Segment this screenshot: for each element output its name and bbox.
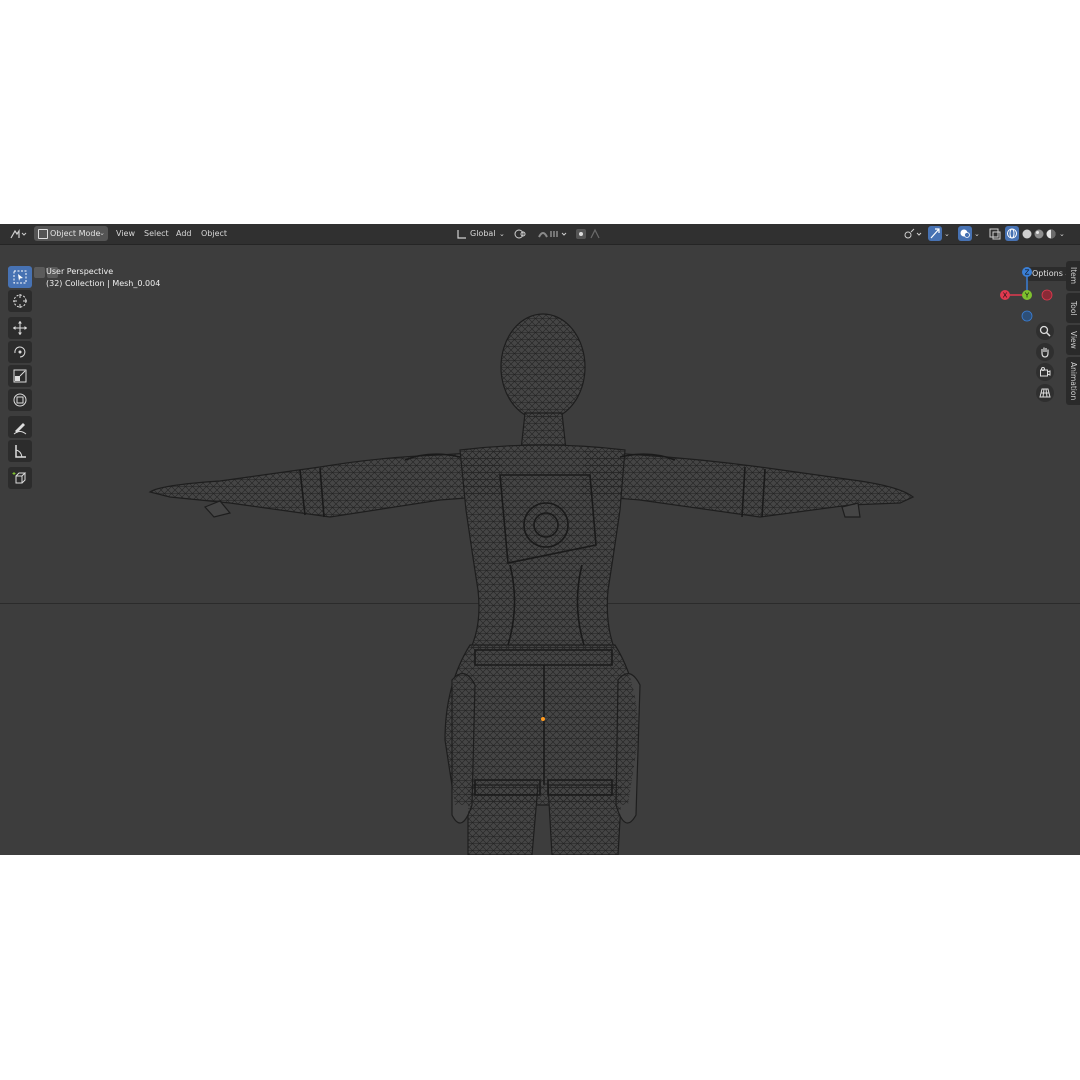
gizmo-icon [930, 228, 940, 239]
tool-transform[interactable] [8, 389, 32, 411]
editor-type-icon [10, 229, 27, 239]
transform-icon [13, 393, 27, 407]
snap-icon [538, 231, 567, 238]
add-cube-icon [12, 472, 27, 484]
visibility-button[interactable] [902, 227, 924, 241]
shading-wireframe-button[interactable] [1005, 226, 1019, 241]
svg-text:Z: Z [1025, 269, 1030, 277]
scale-icon [13, 369, 27, 383]
shading-solid-button[interactable] [1021, 227, 1033, 241]
annotate-icon [13, 423, 27, 435]
zoom-icon [1039, 325, 1051, 337]
tool-scale[interactable] [8, 365, 32, 387]
axis-neg-x-icon [1041, 289, 1053, 301]
tool-add-cube[interactable] [8, 467, 32, 489]
rotate-icon [14, 346, 26, 358]
mesh-left-hand [203, 500, 232, 518]
pivot-point-button[interactable] [512, 227, 534, 241]
tool-move[interactable] [8, 317, 32, 339]
menu-add[interactable]: Add [176, 227, 192, 241]
wireframe-mesh[interactable] [0, 245, 1080, 855]
rendered-sphere-icon [1046, 229, 1056, 239]
menu-object[interactable]: Object [201, 227, 227, 241]
tool-measure[interactable] [8, 440, 32, 462]
tab-animation[interactable]: Animation [1066, 357, 1080, 405]
mode-label: Object Mode [50, 229, 101, 238]
object-mode-icon [38, 229, 48, 239]
visibility-icon [904, 228, 922, 239]
wireframe-sphere-icon [1007, 228, 1017, 239]
tool-rotate[interactable] [8, 341, 32, 363]
measure-icon [15, 445, 26, 458]
orientation-icon [457, 230, 466, 239]
chevron-down-icon[interactable]: ⌄ [974, 227, 980, 241]
viewport-header: Object Mode ⌄ View Select Add Object Glo… [0, 224, 1080, 245]
collection-info: (32) Collection | Mesh_0.004 [46, 279, 161, 288]
xray-toggle[interactable] [988, 227, 1002, 241]
zoom-button[interactable] [1036, 322, 1054, 340]
axis-neg-z-icon [1021, 310, 1033, 322]
blender-window: Object Mode ⌄ View Select Add Object Glo… [0, 224, 1080, 855]
camera-view-button[interactable] [1036, 363, 1054, 381]
svg-text:X: X [1003, 292, 1008, 300]
shading-rendered-button[interactable] [1045, 227, 1057, 241]
snap-button[interactable] [536, 227, 570, 241]
mode-dropdown[interactable]: Object Mode ⌄ [34, 226, 108, 241]
perspective-toggle-button[interactable] [1036, 384, 1054, 402]
move-icon [13, 321, 27, 335]
tool-cursor[interactable] [8, 290, 32, 312]
proportional-edit-icon [576, 228, 600, 239]
svg-text:Y: Y [1024, 292, 1030, 300]
chevron-down-icon[interactable]: ⌄ [944, 227, 950, 241]
menu-view[interactable]: View [116, 227, 135, 241]
pan-button[interactable] [1036, 343, 1054, 361]
object-origin-dot [541, 717, 545, 721]
overlays-icon [960, 229, 970, 238]
tool-select-box[interactable] [8, 266, 32, 288]
chevron-down-icon: ⌄ [499, 230, 505, 238]
shading-material-button[interactable] [1033, 227, 1045, 241]
solid-sphere-icon [1022, 229, 1032, 239]
xray-icon [989, 228, 1001, 240]
3d-viewport[interactable]: User Perspective (32) Collection | Mesh_… [0, 245, 1080, 855]
gizmo-toggle[interactable] [928, 226, 942, 241]
camera-icon [1040, 367, 1051, 377]
overlays-toggle[interactable] [958, 226, 972, 241]
proportional-edit-button[interactable] [575, 227, 609, 241]
cursor-icon [13, 294, 27, 308]
select-box-icon [13, 270, 27, 284]
chevron-down-icon: ⌄ [99, 229, 105, 237]
select-mode-subtract[interactable] [34, 267, 45, 278]
transform-orientation-dropdown[interactable]: Global ⌄ [456, 227, 508, 241]
navigation-gizmo[interactable]: Z X Y [995, 263, 1059, 327]
editor-type-button[interactable] [8, 227, 30, 241]
menu-select[interactable]: Select [144, 227, 169, 241]
view-name: User Perspective [46, 267, 114, 276]
tool-annotate[interactable] [8, 416, 32, 438]
tab-view[interactable]: View [1066, 325, 1080, 355]
material-sphere-icon [1034, 229, 1044, 239]
tab-item[interactable]: Item [1066, 261, 1080, 291]
hand-icon [1041, 347, 1049, 358]
pivot-icon [514, 229, 526, 239]
chevron-down-icon[interactable]: ⌄ [1059, 227, 1065, 241]
orientation-label: Global [470, 229, 496, 238]
tab-tool[interactable]: Tool [1066, 293, 1080, 323]
grid-icon [1039, 388, 1051, 398]
